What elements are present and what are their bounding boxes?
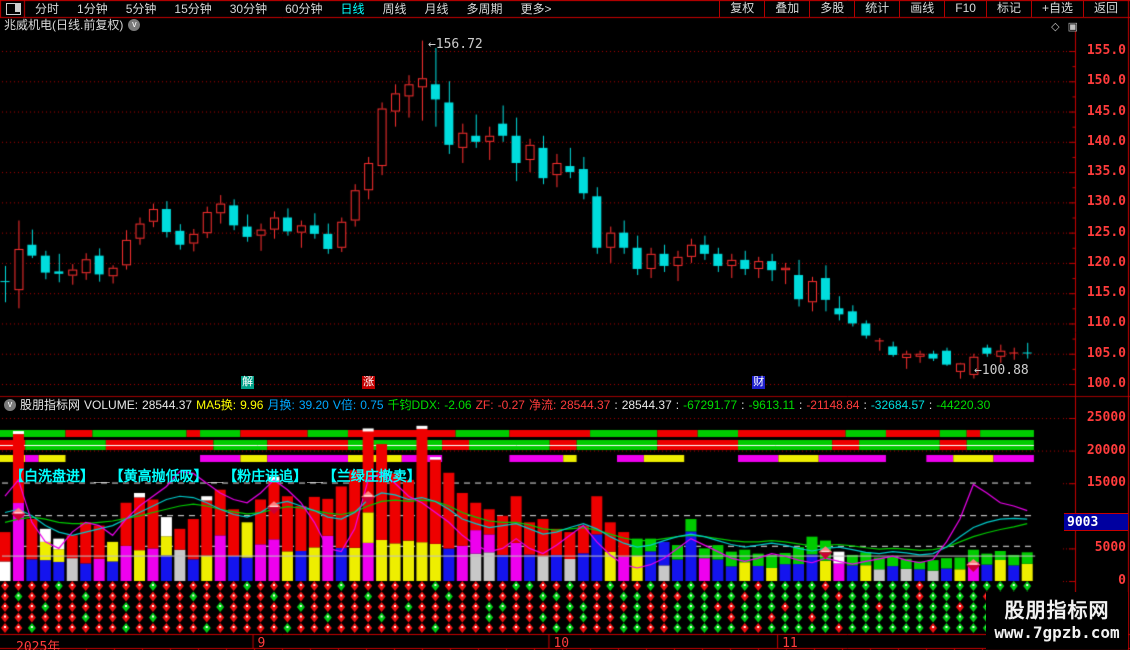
price-axis-label: 145.0 (1086, 103, 1126, 119)
toolbar-button-复权[interactable]: 复权 (719, 0, 764, 17)
toolbar-button-F10[interactable]: F10 (944, 0, 986, 17)
current-volume-value-badge: 9003 (1064, 513, 1128, 532)
tab-period-分时[interactable]: 分时 (26, 0, 68, 17)
volume-axis-label: 0 (1118, 573, 1126, 588)
volume-axis-label: 25000 (1086, 410, 1126, 425)
indicator-label-6: ZF: (475, 397, 494, 412)
price-axis-label: 130.0 (1086, 194, 1126, 210)
date-axis-label: 2025年 (16, 640, 61, 650)
indicator-label-0: 股朋指标网 (20, 398, 81, 412)
indicator-label-11: : (798, 397, 803, 412)
tab-period-60分钟[interactable]: 60分钟 (276, 0, 331, 17)
watermark: 股朋指标网 www.7gpzb.com (986, 592, 1128, 649)
indicator-value-12: -32684.57 (870, 397, 925, 412)
indicator-value-2: 9.96 (240, 397, 264, 412)
indicator-label-2: MA5换: (196, 398, 237, 412)
page-title: 兆威机电(日线.前复权) (4, 18, 124, 32)
event-marker-解[interactable]: 解 (241, 376, 255, 389)
signal-label-1: 【黄高抛低吸】 (109, 468, 208, 484)
tab-period-多周期[interactable]: 多周期 (458, 0, 512, 17)
toolbar-button-多股[interactable]: 多股 (809, 0, 854, 17)
indicator-value-4: 0.75 (360, 397, 384, 412)
indicator-value-3: 39.20 (298, 397, 329, 412)
indicator-label-13: : (928, 397, 933, 412)
signal-label-separator: __ (307, 468, 323, 484)
window-icon[interactable]: ▣ (1068, 20, 1078, 33)
signal-label-0: 【白洗盘进】 (10, 468, 94, 484)
indicator-value-6: -0.27 (497, 397, 525, 412)
event-marker-涨[interactable]: 涨 (362, 376, 376, 389)
toolbar-button-返回[interactable]: 返回 (1082, 0, 1128, 17)
price-axis-label: 155.0 (1086, 43, 1126, 58)
tab-period-更多>[interactable]: 更多> (512, 0, 561, 17)
signal-label-separator: __ (207, 468, 224, 484)
indicator-value-7: 28544.37 (560, 397, 611, 412)
price-axis-label: 100.0 (1086, 376, 1126, 391)
event-marker-财[interactable]: 财 (752, 376, 766, 389)
tab-period-日线[interactable]: 日线 (331, 0, 373, 17)
tab-period-5分钟[interactable]: 5分钟 (117, 0, 166, 17)
indicator-value-row: v 股朋指标网 VOLUME: 28544.37 MA5换: 9.96 月换: 39.20 V… (2, 397, 994, 412)
price-axis-label: 135.0 (1086, 164, 1126, 180)
price-axis-label: 140.0 (1086, 133, 1126, 149)
volume-axis-label: 20000 (1086, 442, 1126, 458)
price-axis-label: 125.0 (1086, 224, 1126, 240)
signal-label-separator: __ (94, 468, 110, 484)
window-split-icon[interactable] (6, 2, 21, 15)
signal-labels: 【白洗盘进】__【黄高抛低吸】__【粉庄进追】__【兰绿庄撤卖】 (10, 466, 421, 486)
tab-period-1分钟[interactable]: 1分钟 (68, 0, 117, 17)
indicator-value-5: -2.06 (444, 397, 472, 412)
volume-axis-label: 5000 (1094, 540, 1126, 556)
diamond-icon[interactable]: ◇ (1051, 20, 1059, 33)
date-axis-label: 11 (782, 636, 798, 650)
watermark-site-name: 股朋指标网 (1004, 600, 1110, 622)
tab-period-30分钟[interactable]: 30分钟 (221, 0, 276, 17)
indicator-label-5: 千钧DDX: (387, 398, 441, 412)
indicator-value-9: -67291.77 (683, 397, 738, 412)
indicator-label-8: : (614, 397, 618, 412)
action-toolbar: 复权 叠加 多股 统计 画线 F10 标记 +自选 返回 (719, 0, 1128, 17)
low-price-annotation: ←100.88 (973, 362, 1029, 378)
chevron-down-circle-icon[interactable]: v (4, 398, 16, 411)
tab-period-周线[interactable]: 周线 (373, 0, 415, 17)
indicator-label-4: V倍: (332, 398, 357, 412)
signal-label-3: 【兰绿庄撤卖】 (322, 468, 421, 484)
period-toolbar: 分时 1分钟 5分钟 15分钟 30分钟 60分钟 日线 周线 月线 多周期 更多> (0, 0, 561, 17)
indicator-label-10: : (741, 397, 745, 412)
indicator-label-3: 月换: (267, 398, 295, 412)
tab-period-15分钟[interactable]: 15分钟 (165, 0, 220, 17)
stock-app-window: 分时 1分钟 5分钟 15分钟 30分钟 60分钟 日线 周线 月线 多周期 更多> 复权 叠加 多股统… (0, 0, 1130, 650)
indicator-value-8: 28544.37 (621, 397, 672, 412)
chevron-down-circle-icon[interactable]: v (128, 18, 141, 31)
price-axis-label: 120.0 (1086, 254, 1126, 270)
watermark-url: www.7gpzb.com (994, 623, 1120, 642)
indicator-label-1: VOLUME: (84, 397, 139, 412)
indicator-value-11: -21148.84 (806, 397, 860, 412)
indicator-label-7: 净流: (528, 398, 557, 412)
toolbar-button-+自选[interactable]: +自选 (1030, 0, 1083, 17)
high-price-annotation: ←156.72 (427, 36, 483, 52)
toolbar-button-标记[interactable]: 标记 (985, 0, 1031, 17)
date-axis-label: 9 (257, 636, 266, 650)
price-axis-label: 115.0 (1086, 285, 1126, 301)
indicator-label-9: : (675, 397, 680, 412)
date-axis-label: 10 (553, 636, 570, 650)
titlebar-icons: ◇ ▣ (1051, 20, 1078, 33)
toolbar-button-画线[interactable]: 画线 (899, 0, 944, 17)
chart-canvas[interactable] (0, 0, 1130, 650)
volume-axis-label: 15000 (1086, 475, 1126, 491)
price-axis-label: 150.0 (1086, 73, 1126, 89)
tab-period-月线[interactable]: 月线 (416, 0, 458, 17)
signal-label-2: 【粉庄进追】 (223, 468, 308, 484)
indicator-label-12: : (863, 397, 867, 412)
indicator-value-13: -44220.30 (936, 397, 991, 412)
indicator-value-10: -9613.11 (748, 397, 795, 412)
toolbar-button-统计[interactable]: 统计 (854, 0, 899, 17)
price-axis-label: 110.0 (1086, 315, 1126, 331)
titlebar: 兆威机电(日线.前复权) v (4, 18, 141, 32)
price-axis-label: 105.0 (1086, 345, 1126, 361)
indicator-value-1: 28544.37 (142, 397, 193, 412)
toolbar-button-叠加[interactable]: 叠加 (764, 0, 809, 17)
